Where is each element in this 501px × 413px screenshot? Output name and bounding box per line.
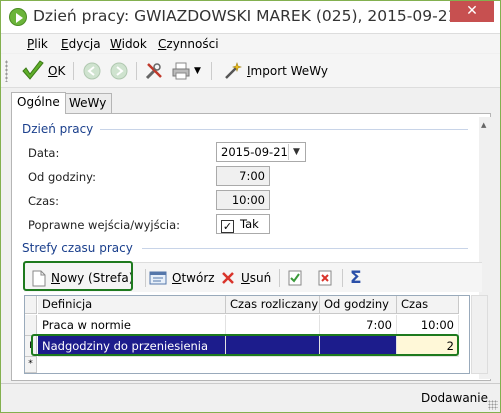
group-divider <box>100 129 468 130</box>
from-time-field: 7:00 <box>216 166 270 186</box>
cell-od-godziny[interactable]: 7:00 <box>320 315 397 336</box>
column-header-czas-rozliczany[interactable]: Czas rozliczany <box>226 296 320 314</box>
checkbox-check-icon: ✓ <box>221 220 234 233</box>
window-title: Dzień pracy: GWIAZDOWSKI MAREK (025), 20… <box>33 7 458 25</box>
cell-definicja[interactable]: Praca w normie <box>38 315 226 336</box>
close-button[interactable]: ✕ <box>450 1 494 22</box>
tab-strip: Ogólne WeWy <box>11 92 491 114</box>
status-text: Dodawanie <box>420 391 488 405</box>
tab-wewy[interactable]: WeWy <box>63 93 113 113</box>
arrow-left-icon <box>83 62 101 80</box>
import-wewy-button[interactable]: Import WeWy <box>223 60 328 82</box>
new-row-marker: * <box>25 357 37 373</box>
group-title-day: Dzień pracy <box>22 122 94 136</box>
resize-grip[interactable] <box>488 400 498 410</box>
scroll-up-icon: ▲ <box>481 121 487 129</box>
tab-panel-ogolne: ▲ Dzień pracy Data: 2015-09-21 ▼ Od godz… <box>11 113 491 381</box>
print-dropdown[interactable]: ▼ <box>194 60 201 82</box>
cell-czas-rozliczany[interactable] <box>226 315 320 336</box>
from-label: Od godziny: <box>28 170 97 184</box>
cell-czas[interactable]: 10:00 <box>397 315 459 336</box>
valid-value: Tak <box>240 217 259 231</box>
print-button[interactable] <box>171 60 191 82</box>
printer-icon <box>172 62 190 80</box>
group-title-zones: Strefy czasu pracy <box>22 241 133 255</box>
sigma-icon: Σ <box>350 268 362 288</box>
time-field: 10:00 <box>216 190 270 210</box>
window: Dzień pracy: GWIAZDOWSKI MAREK (025), 20… <box>0 0 501 413</box>
grid-scrollbar[interactable] <box>471 295 488 374</box>
grid-header: Definicja Czas rozliczany Od godziny Cza… <box>25 296 469 317</box>
status-bar: Dodawanie <box>1 383 500 412</box>
toolbar-grip <box>5 60 8 82</box>
app-icon <box>9 8 27 26</box>
magic-wand-icon <box>225 62 242 79</box>
toolbar: OK ▼ Import WeWy <box>1 54 500 88</box>
delete-zone-button[interactable]: Usuń <box>220 267 271 289</box>
toolbar-separator <box>342 269 343 287</box>
title-bar: Dzień pracy: GWIAZDOWSKI MAREK (025), 20… <box>1 1 500 33</box>
confirm-button[interactable] <box>288 267 302 289</box>
tools-icon <box>145 63 162 80</box>
menu-edycja[interactable]: Edycja <box>61 37 101 51</box>
document-check-icon <box>288 270 302 286</box>
cancel-button[interactable] <box>318 267 332 289</box>
group-divider <box>142 248 468 249</box>
table-row[interactable]: Praca w normie 7:00 10:00 <box>25 315 469 336</box>
chevron-down-icon[interactable]: ▼ <box>288 144 304 160</box>
tools-button[interactable] <box>144 60 164 82</box>
toolbar-separator <box>136 62 137 80</box>
open-zone-button[interactable]: Otwórz <box>149 267 215 289</box>
date-value: 2015-09-21 <box>221 145 288 159</box>
menu-plik[interactable]: Plik <box>27 37 48 51</box>
toolbar-separator <box>73 62 74 80</box>
arrow-right-icon <box>110 62 128 80</box>
toolbar-separator <box>145 269 146 287</box>
toolbar-separator <box>211 62 212 80</box>
menu-widok[interactable]: Widok <box>110 37 147 51</box>
column-header-czas[interactable]: Czas <box>397 296 459 314</box>
sum-button[interactable]: Σ <box>350 267 362 289</box>
column-header-od-godziny[interactable]: Od godziny <box>320 296 397 314</box>
row-selector[interactable] <box>25 315 37 336</box>
checkmark-icon <box>22 60 44 80</box>
document-cancel-icon <box>318 270 332 286</box>
date-picker[interactable]: 2015-09-21 ▼ <box>216 142 306 162</box>
back-button[interactable] <box>83 60 101 82</box>
valid-checkbox[interactable]: ✓ Tak <box>216 214 270 234</box>
time-label: Czas: <box>28 194 59 208</box>
table-new-row[interactable]: * <box>25 357 469 373</box>
toolbar-separator <box>279 269 280 287</box>
column-header-definicja[interactable]: Definicja <box>38 296 226 314</box>
chevron-down-icon: ▼ <box>194 66 201 76</box>
highlight-selected-row <box>31 334 459 356</box>
valid-label: Poprawne wejścia/wyjścia: <box>28 218 181 232</box>
menu-bar: Plik Edycja Widok Czynności <box>1 33 500 53</box>
tab-ogolne[interactable]: Ogólne <box>11 92 66 114</box>
highlight-new-button <box>23 261 133 291</box>
menu-czynnosci[interactable]: Czynności <box>158 37 219 51</box>
delete-x-icon <box>222 272 234 284</box>
open-form-icon <box>149 271 167 285</box>
row-selector-header <box>25 296 37 314</box>
forward-button[interactable] <box>110 60 128 82</box>
date-label: Data: <box>28 146 60 160</box>
ok-button[interactable]: OK <box>21 60 65 82</box>
